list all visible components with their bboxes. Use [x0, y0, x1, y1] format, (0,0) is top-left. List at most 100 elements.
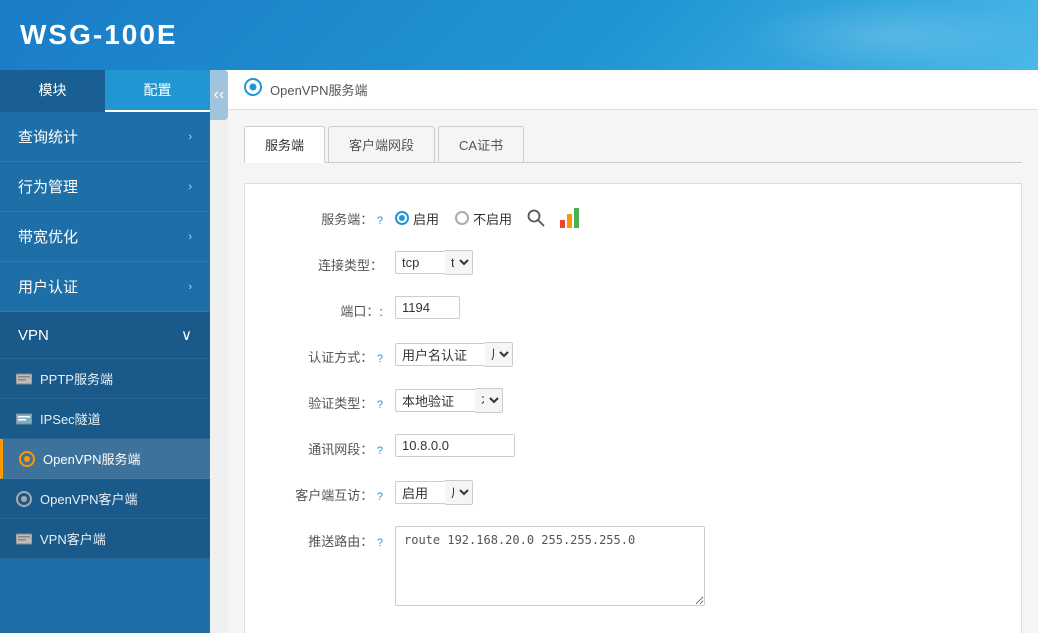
push-route-field: route 192.168.20.0 255.255.255.0 — [395, 526, 705, 606]
content-body: 服务端 客户端网段 CA证书 服务端： ? 启用 — [228, 110, 1038, 633]
sidebar-item-bandwidth-opt[interactable]: 带宽优化 › — [0, 212, 210, 262]
radio-enable[interactable]: 启用 — [395, 209, 439, 228]
sidebar-submenu-openvpn-server[interactable]: OpenVPN服务端 — [0, 439, 210, 479]
sidebar-submenu-pptp[interactable]: PPTP服务端 — [0, 359, 210, 399]
vpn-client-icon — [16, 532, 32, 546]
form-row-push-route: 推送路由： ? route 192.168.20.0 255.255.255.0 — [275, 526, 991, 606]
main-layout: 模块 配置 查询统计 › 行为管理 › 带宽优化 › 用户认证 › VPN ∨ — [0, 70, 1038, 633]
tab-ca-cert[interactable]: CA证书 — [438, 126, 524, 162]
sidebar-item-label: VPN — [18, 327, 49, 344]
chevron-right-icon: › — [188, 281, 192, 293]
connection-type-select[interactable]: tcp udp — [445, 250, 473, 275]
openvpn-client-label: OpenVPN客户端 — [40, 489, 138, 508]
server-enable-field: 启用 不启用 — [395, 204, 579, 232]
verify-type-dropdown: 本地验证 Radius验证 — [395, 388, 503, 413]
chevron-right-icon: › — [188, 181, 192, 193]
tab-server[interactable]: 服务端 — [244, 126, 325, 163]
sidebar-submenu-openvpn-client[interactable]: OpenVPN客户端 — [0, 479, 210, 519]
breadcrumb: OpenVPN服务端 — [270, 80, 368, 99]
connection-type-input[interactable] — [395, 251, 445, 274]
sidebar-tab-config[interactable]: 配置 — [105, 70, 210, 112]
radio-group-server: 启用 不启用 — [395, 209, 512, 228]
vpn-client-label: VPN客户端 — [40, 529, 106, 548]
client-互访-input[interactable] — [395, 481, 445, 504]
sidebar-item-label: 用户认证 — [18, 276, 78, 297]
port-field — [395, 296, 460, 319]
verify-type-help-icon[interactable]: ? — [377, 399, 383, 411]
vpn-submenu: PPTP服务端 IPSec隧道 OpenVPN服务端 OpenVPN客户端 VP… — [0, 359, 210, 559]
openvpn-client-icon — [16, 491, 32, 507]
form-row-port: 端口：: — [275, 296, 991, 326]
chart-bar-1 — [560, 220, 565, 228]
tab-client-subnet[interactable]: 客户端网段 — [328, 126, 435, 162]
pptp-label: PPTP服务端 — [40, 369, 113, 388]
chevron-right-icon: › — [188, 231, 192, 243]
sidebar-collapse-btn[interactable]: ‹ — [210, 70, 228, 120]
push-route-textarea[interactable]: route 192.168.20.0 255.255.255.0 — [395, 526, 705, 606]
chart-bar-3 — [574, 208, 579, 228]
connection-type-dropdown: tcp udp — [395, 250, 473, 275]
chart-bar-2 — [567, 214, 572, 228]
sidebar-submenu-vpn-client[interactable]: VPN客户端 — [0, 519, 210, 559]
subnet-input[interactable] — [395, 434, 515, 457]
sidebar-item-user-auth[interactable]: 用户认证 › — [0, 262, 210, 312]
verify-type-label: 验证类型： ? — [275, 388, 395, 412]
sidebar-item-label: 带宽优化 — [18, 226, 78, 247]
form-row-subnet: 通讯网段： ? — [275, 434, 991, 464]
radio-disable[interactable]: 不启用 — [455, 209, 512, 228]
sidebar-item-behavior-mgmt[interactable]: 行为管理 › — [0, 162, 210, 212]
sidebar-item-label: 行为管理 — [18, 176, 78, 197]
connection-type-label: 连接类型： — [275, 250, 395, 274]
form-container: 服务端： ? 启用 不启用 — [244, 183, 1022, 633]
auth-mode-label: 认证方式： ? — [275, 342, 395, 366]
client-互访-label: 客户端互访： ? — [275, 480, 395, 504]
sidebar-item-vpn[interactable]: VPN ∨ — [0, 312, 210, 359]
port-input[interactable] — [395, 296, 460, 319]
search-button[interactable] — [522, 204, 550, 232]
verify-type-field: 本地验证 Radius验证 — [395, 388, 503, 413]
pptp-icon — [16, 372, 32, 386]
sidebar-tab-module[interactable]: 模块 — [0, 70, 105, 112]
client-互访-field: 启用 禁用 — [395, 480, 473, 505]
radio-disable-dot — [455, 211, 469, 225]
form-row-connection-type: 连接类型： tcp udp — [275, 250, 991, 280]
sidebar-item-query-stats[interactable]: 查询统计 › — [0, 112, 210, 162]
push-route-help-icon[interactable]: ? — [377, 537, 383, 549]
client-互访-select[interactable]: 启用 禁用 — [445, 480, 473, 505]
server-help-icon[interactable]: ? — [377, 215, 383, 227]
subnet-help-icon[interactable]: ? — [377, 445, 383, 457]
auth-mode-select[interactable]: 用户名认证 证书认证 用户名+证书 — [485, 342, 513, 367]
port-label: 端口：: — [275, 296, 395, 320]
sidebar-item-label: 查询统计 — [18, 126, 78, 147]
form-row-client-互访: 客户端互访： ? 启用 禁用 — [275, 480, 991, 510]
openvpn-server-icon — [19, 451, 35, 467]
chevron-down-icon: ∨ — [181, 326, 192, 344]
chart-button[interactable] — [560, 208, 579, 228]
radio-enable-dot — [395, 211, 409, 225]
server-label: 服务端： ? — [275, 204, 395, 228]
verify-type-select[interactable]: 本地验证 Radius验证 — [475, 388, 503, 413]
form-row-verify-type: 验证类型： ? 本地验证 Radius验证 — [275, 388, 991, 418]
openvpn-header-icon — [244, 78, 262, 101]
openvpn-server-label: OpenVPN服务端 — [43, 449, 141, 468]
auth-mode-input[interactable] — [395, 343, 485, 366]
openvpn-icon — [244, 78, 262, 96]
subnet-label: 通讯网段： ? — [275, 434, 395, 458]
auth-mode-field: 用户名认证 证书认证 用户名+证书 — [395, 342, 513, 367]
subnet-field — [395, 434, 515, 457]
sidebar-submenu-ipsec[interactable]: IPSec隧道 — [0, 399, 210, 439]
app-title: WSG-100E — [20, 19, 178, 51]
content-area: OpenVPN服务端 服务端 客户端网段 CA证书 服务端： ? — [228, 70, 1038, 633]
client-互访-dropdown: 启用 禁用 — [395, 480, 473, 505]
client-互访-help-icon[interactable]: ? — [377, 491, 383, 503]
ipsec-label: IPSec隧道 — [40, 409, 101, 428]
auth-mode-help-icon[interactable]: ? — [377, 353, 383, 365]
form-row-auth-mode: 认证方式： ? 用户名认证 证书认证 用户名+证书 — [275, 342, 991, 372]
chevron-right-icon: › — [188, 131, 192, 143]
verify-type-input[interactable] — [395, 389, 475, 412]
header: WSG-100E — [0, 0, 1038, 70]
auth-mode-dropdown: 用户名认证 证书认证 用户名+证书 — [395, 342, 513, 367]
connection-type-field: tcp udp — [395, 250, 473, 275]
sidebar-tabs: 模块 配置 — [0, 70, 210, 112]
form-row-server: 服务端： ? 启用 不启用 — [275, 204, 991, 234]
